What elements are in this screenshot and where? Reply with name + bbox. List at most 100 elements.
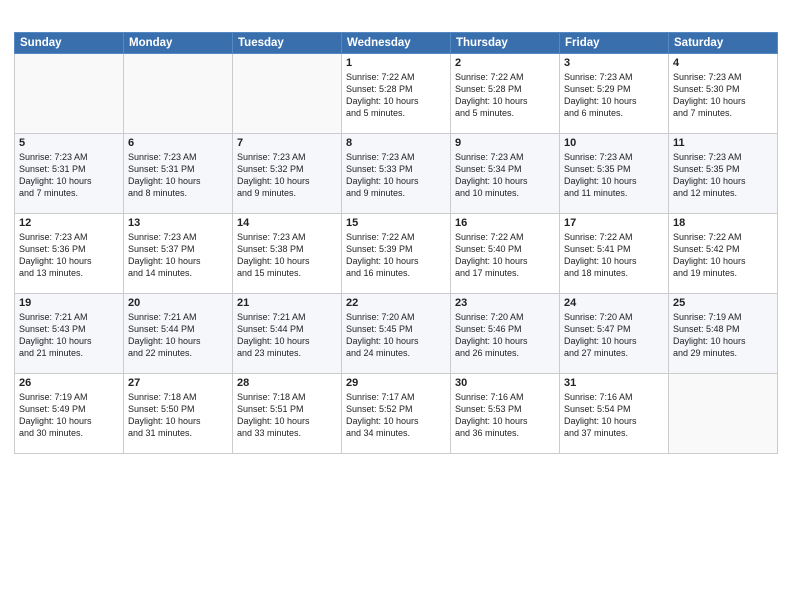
weekday-header-monday: Monday [124, 32, 233, 53]
day-info: Sunrise: 7:16 AM Sunset: 5:54 PM Dayligh… [564, 391, 664, 440]
calendar-cell: 22 Sunrise: 7:20 AM Sunset: 5:45 PM Dayli… [342, 293, 451, 373]
day-info: Sunrise: 7:19 AM Sunset: 5:49 PM Dayligh… [19, 391, 119, 440]
calendar-week-4: 19Sunrise: 7:21 AM Sunset: 5:43 PM Dayli… [15, 293, 778, 373]
calendar-cell: 30Sunrise: 7:16 AM Sunset: 5:53 PM Dayli… [451, 373, 560, 453]
calendar-table: SundayMondayTuesdayWednesdayThursdayFrid… [14, 32, 778, 454]
day-number: 9 [455, 137, 555, 149]
calendar-cell: 20Sunrise: 7:21 AM Sunset: 5:44 PM Dayli… [124, 293, 233, 373]
day-number: 15 [346, 217, 446, 229]
day-info: Sunrise: 7:22 AM Sunset: 5:39 PM Dayligh… [346, 231, 446, 280]
day-number: 16 [455, 217, 555, 229]
day-info: Sunrise: 7:23 AM Sunset: 5:35 PM Dayligh… [673, 151, 773, 200]
calendar-cell: 17 Sunrise: 7:22 AM Sunset: 5:41 PM Dayli… [560, 213, 669, 293]
day-number: 22 [346, 297, 446, 309]
day-info: Sunrise: 7:23 AM Sunset: 5:32 PM Dayligh… [237, 151, 337, 200]
calendar-cell: 26 Sunrise: 7:19 AM Sunset: 5:49 PM Dayli… [15, 373, 124, 453]
day-number: 10 [564, 137, 664, 149]
weekday-header-row: SundayMondayTuesdayWednesdayThursdayFrid… [15, 32, 778, 53]
calendar-cell: 2 Sunrise: 7:22 AM Sunset: 5:28 PM Daylig… [451, 53, 560, 133]
day-info: Sunrise: 7:18 AM Sunset: 5:50 PM Dayligh… [128, 391, 228, 440]
day-info: Sunrise: 7:23 AM Sunset: 5:38 PM Dayligh… [237, 231, 337, 280]
calendar-week-2: 5 Sunrise: 7:23 AM Sunset: 5:31 PM Daylig… [15, 133, 778, 213]
weekday-header-friday: Friday [560, 32, 669, 53]
calendar-week-1: 1Sunrise: 7:22 AM Sunset: 5:28 PM Daylig… [15, 53, 778, 133]
calendar-cell: 27 Sunrise: 7:18 AM Sunset: 5:50 PM Dayli… [124, 373, 233, 453]
day-number: 7 [237, 137, 337, 149]
day-info: Sunrise: 7:22 AM Sunset: 5:40 PM Dayligh… [455, 231, 555, 280]
day-number: 28 [237, 377, 337, 389]
calendar-cell [124, 53, 233, 133]
calendar-cell: 11 Sunrise: 7:23 AM Sunset: 5:35 PM Dayli… [669, 133, 778, 213]
calendar-cell: 9 Sunrise: 7:23 AM Sunset: 5:34 PM Daylig… [451, 133, 560, 213]
day-info: Sunrise: 7:20 AM Sunset: 5:45 PM Dayligh… [346, 311, 446, 360]
day-info: Sunrise: 7:23 AM Sunset: 5:35 PM Dayligh… [564, 151, 664, 200]
calendar-cell: 21 Sunrise: 7:21 AM Sunset: 5:44 PM Dayli… [233, 293, 342, 373]
day-info: Sunrise: 7:23 AM Sunset: 5:31 PM Dayligh… [128, 151, 228, 200]
day-number: 2 [455, 57, 555, 69]
day-number: 27 [128, 377, 228, 389]
day-info: Sunrise: 7:23 AM Sunset: 5:34 PM Dayligh… [455, 151, 555, 200]
day-info: Sunrise: 7:17 AM Sunset: 5:52 PM Dayligh… [346, 391, 446, 440]
day-number: 11 [673, 137, 773, 149]
calendar-cell: 8 Sunrise: 7:23 AM Sunset: 5:33 PM Daylig… [342, 133, 451, 213]
day-number: 6 [128, 137, 228, 149]
day-info: Sunrise: 7:23 AM Sunset: 5:33 PM Dayligh… [346, 151, 446, 200]
day-number: 17 [564, 217, 664, 229]
day-info: Sunrise: 7:23 AM Sunset: 5:37 PM Dayligh… [128, 231, 228, 280]
header: General Blue [14, 10, 778, 26]
day-info: Sunrise: 7:22 AM Sunset: 5:28 PM Dayligh… [346, 71, 446, 120]
calendar-cell [233, 53, 342, 133]
day-number: 23 [455, 297, 555, 309]
day-info: Sunrise: 7:23 AM Sunset: 5:29 PM Dayligh… [564, 71, 664, 120]
calendar-cell: 19Sunrise: 7:21 AM Sunset: 5:43 PM Dayli… [15, 293, 124, 373]
weekday-header-tuesday: Tuesday [233, 32, 342, 53]
day-number: 29 [346, 377, 446, 389]
day-number: 13 [128, 217, 228, 229]
day-number: 5 [19, 137, 119, 149]
calendar-cell: 12Sunrise: 7:23 AM Sunset: 5:36 PM Dayli… [15, 213, 124, 293]
day-info: Sunrise: 7:22 AM Sunset: 5:42 PM Dayligh… [673, 231, 773, 280]
day-number: 26 [19, 377, 119, 389]
day-info: Sunrise: 7:16 AM Sunset: 5:53 PM Dayligh… [455, 391, 555, 440]
calendar-cell: 23Sunrise: 7:20 AM Sunset: 5:46 PM Dayli… [451, 293, 560, 373]
day-info: Sunrise: 7:23 AM Sunset: 5:31 PM Dayligh… [19, 151, 119, 200]
day-number: 12 [19, 217, 119, 229]
calendar-cell: 18Sunrise: 7:22 AM Sunset: 5:42 PM Dayli… [669, 213, 778, 293]
calendar-cell: 10 Sunrise: 7:23 AM Sunset: 5:35 PM Dayli… [560, 133, 669, 213]
day-info: Sunrise: 7:18 AM Sunset: 5:51 PM Dayligh… [237, 391, 337, 440]
day-number: 4 [673, 57, 773, 69]
calendar-cell: 6 Sunrise: 7:23 AM Sunset: 5:31 PM Daylig… [124, 133, 233, 213]
calendar-week-3: 12Sunrise: 7:23 AM Sunset: 5:36 PM Dayli… [15, 213, 778, 293]
day-info: Sunrise: 7:21 AM Sunset: 5:44 PM Dayligh… [128, 311, 228, 360]
day-info: Sunrise: 7:22 AM Sunset: 5:41 PM Dayligh… [564, 231, 664, 280]
day-number: 14 [237, 217, 337, 229]
day-number: 25 [673, 297, 773, 309]
day-number: 3 [564, 57, 664, 69]
calendar-cell: 5 Sunrise: 7:23 AM Sunset: 5:31 PM Daylig… [15, 133, 124, 213]
day-info: Sunrise: 7:21 AM Sunset: 5:44 PM Dayligh… [237, 311, 337, 360]
day-info: Sunrise: 7:23 AM Sunset: 5:30 PM Dayligh… [673, 71, 773, 120]
calendar-cell: 25 Sunrise: 7:19 AM Sunset: 5:48 PM Dayli… [669, 293, 778, 373]
day-info: Sunrise: 7:22 AM Sunset: 5:28 PM Dayligh… [455, 71, 555, 120]
calendar-cell [15, 53, 124, 133]
calendar-cell: 13 Sunrise: 7:23 AM Sunset: 5:37 PM Dayli… [124, 213, 233, 293]
calendar-cell: 4 Sunrise: 7:23 AM Sunset: 5:30 PM Daylig… [669, 53, 778, 133]
weekday-header-wednesday: Wednesday [342, 32, 451, 53]
weekday-header-thursday: Thursday [451, 32, 560, 53]
weekday-header-sunday: Sunday [15, 32, 124, 53]
day-number: 31 [564, 377, 664, 389]
calendar-cell: 16 Sunrise: 7:22 AM Sunset: 5:40 PM Dayli… [451, 213, 560, 293]
day-number: 21 [237, 297, 337, 309]
calendar-cell: 31 Sunrise: 7:16 AM Sunset: 5:54 PM Dayli… [560, 373, 669, 453]
calendar-cell: 14 Sunrise: 7:23 AM Sunset: 5:38 PM Dayli… [233, 213, 342, 293]
calendar-cell [669, 373, 778, 453]
day-info: Sunrise: 7:19 AM Sunset: 5:48 PM Dayligh… [673, 311, 773, 360]
calendar-cell: 3 Sunrise: 7:23 AM Sunset: 5:29 PM Daylig… [560, 53, 669, 133]
day-info: Sunrise: 7:20 AM Sunset: 5:47 PM Dayligh… [564, 311, 664, 360]
calendar-cell: 15 Sunrise: 7:22 AM Sunset: 5:39 PM Dayli… [342, 213, 451, 293]
calendar-cell: 7 Sunrise: 7:23 AM Sunset: 5:32 PM Daylig… [233, 133, 342, 213]
day-number: 8 [346, 137, 446, 149]
day-number: 24 [564, 297, 664, 309]
calendar-cell: 1Sunrise: 7:22 AM Sunset: 5:28 PM Daylig… [342, 53, 451, 133]
calendar-cell: 29 Sunrise: 7:17 AM Sunset: 5:52 PM Dayli… [342, 373, 451, 453]
